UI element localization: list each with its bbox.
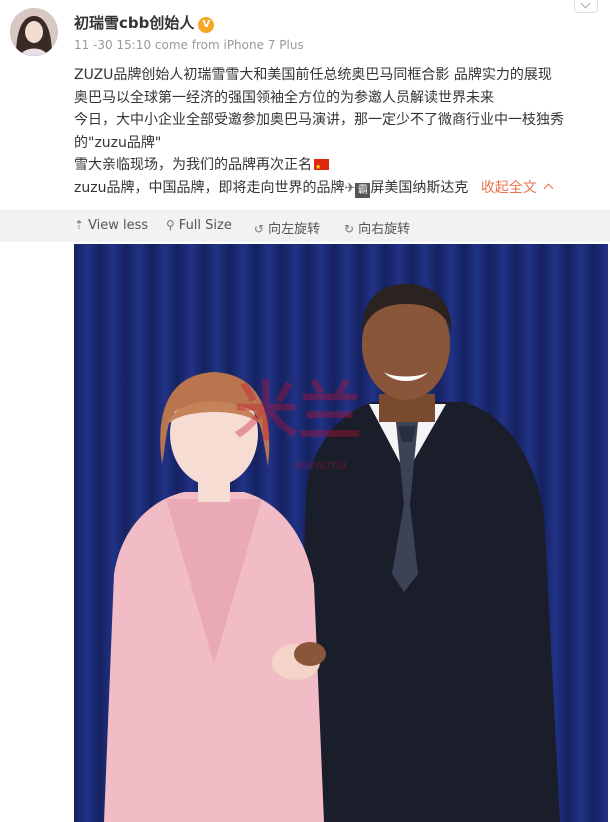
post-body: ZUZU品牌创始人初瑞雪雪大和美国前任总统奥巴马同框合影 品牌实力的展现 奥巴马… <box>74 64 604 200</box>
view-less-icon: ⇡ <box>74 218 85 232</box>
view-less-label[interactable]: View less <box>88 218 148 233</box>
ba-icon: 霸 <box>355 182 371 198</box>
photo-illustration: 米兰 www.ma <box>74 244 608 822</box>
author-name[interactable]: 初瑞雪cbb创始人 V <box>74 12 215 33</box>
more-chevron-icon[interactable] <box>574 0 598 13</box>
collapse-button[interactable]: 收起全文 <box>481 180 554 196</box>
post-meta: 11 -30 15:10 come from iPhone 7 Plus <box>74 38 304 52</box>
photo-watermark: 米兰 <box>234 376 362 448</box>
chevron-up-icon <box>543 183 554 193</box>
rotate-right-icon: ↻ <box>344 222 355 236</box>
rotate-left-icon: ↺ <box>254 222 265 236</box>
photo-watermark-url: www.ma <box>293 456 347 472</box>
rotate-right-label[interactable]: 向右旋转 <box>358 222 410 237</box>
post-line: 的"zuzu品牌" <box>74 134 162 151</box>
post-line-text: 雪大亲临现场，为我们的品牌再次正名 <box>74 157 312 173</box>
author-name-text[interactable]: 初瑞雪cbb创始人 <box>74 14 194 32</box>
vip-badge-icon: V <box>198 17 215 33</box>
post-source[interactable]: come from iPhone 7 Plus <box>155 38 304 52</box>
post-line-with-flag: 雪大亲临现场，为我们的品牌再次正名 <box>74 154 604 179</box>
avatar-image <box>10 8 58 56</box>
post-line: ZUZU品牌创始人初瑞雪雪大和美国前任总统奥巴马同框合影 品牌实力的展现 <box>74 67 552 83</box>
search-icon: ⚲ <box>166 218 175 232</box>
china-flag-icon <box>314 156 329 179</box>
avatar[interactable] <box>10 8 58 56</box>
image-toolbar: ⇡ View less ⚲ Full Size ↺ 向左旋转 ↻ 向右旋转 <box>0 210 610 242</box>
post-line-text: zuzu品牌，中国品牌，即将走向世界的品牌 <box>74 179 345 196</box>
rotate-left-label[interactable]: 向左旋转 <box>268 222 320 237</box>
post-header: 初瑞雪cbb创始人 V 11 -30 15:10 come from iPhone… <box>0 0 610 58</box>
airplane-icon: ✈ <box>344 180 356 196</box>
full-size-button[interactable]: ⚲ Full Size <box>166 218 232 233</box>
post-line: 奥巴马以全球第一经济的强国领袖全方位的为参邀人员解读世界未来 <box>74 89 494 106</box>
post-line: 今日，大中小企业全部受邀参加奥巴马演讲，那一定少不了微商行业中一枝独秀 <box>74 112 564 128</box>
post-timestamp: 11 -30 15:10 <box>74 38 152 52</box>
view-less-button[interactable]: ⇡ View less <box>74 218 148 233</box>
post-line-text: 屏美国纳斯达克 <box>370 179 469 196</box>
collapse-label[interactable]: 收起全文 <box>481 180 537 196</box>
post-photo[interactable]: 米兰 www.ma <box>74 244 608 822</box>
rotate-left-button[interactable]: ↺ 向左旋转 <box>254 218 320 237</box>
rotate-right-button[interactable]: ↻ 向右旋转 <box>344 218 410 237</box>
full-size-label[interactable]: Full Size <box>179 218 232 233</box>
post-line-last: zuzu品牌，中国品牌，即将走向世界的品牌✈ 霸屏美国纳斯达克 收起全文 <box>74 177 604 201</box>
